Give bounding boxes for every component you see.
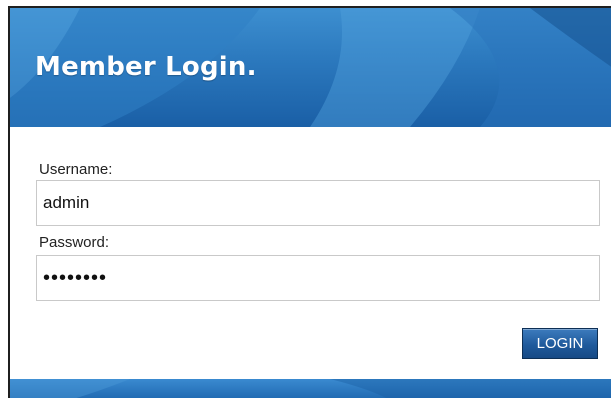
login-window: Member Login. Username: Password: LOGIN	[0, 0, 611, 398]
footer-background-art	[10, 379, 611, 398]
footer-bar	[10, 379, 611, 398]
password-field[interactable]	[36, 255, 600, 301]
password-label: Password:	[39, 234, 110, 251]
page-title: Member Login.	[35, 52, 257, 82]
username-field[interactable]	[36, 180, 600, 226]
login-form: Username: Password: LOGIN	[10, 127, 611, 379]
login-button[interactable]: LOGIN	[522, 328, 598, 359]
login-header: Member Login.	[10, 8, 611, 127]
login-panel: Member Login. Username: Password: LOGIN	[8, 6, 611, 398]
username-label: Username:	[39, 161, 113, 178]
